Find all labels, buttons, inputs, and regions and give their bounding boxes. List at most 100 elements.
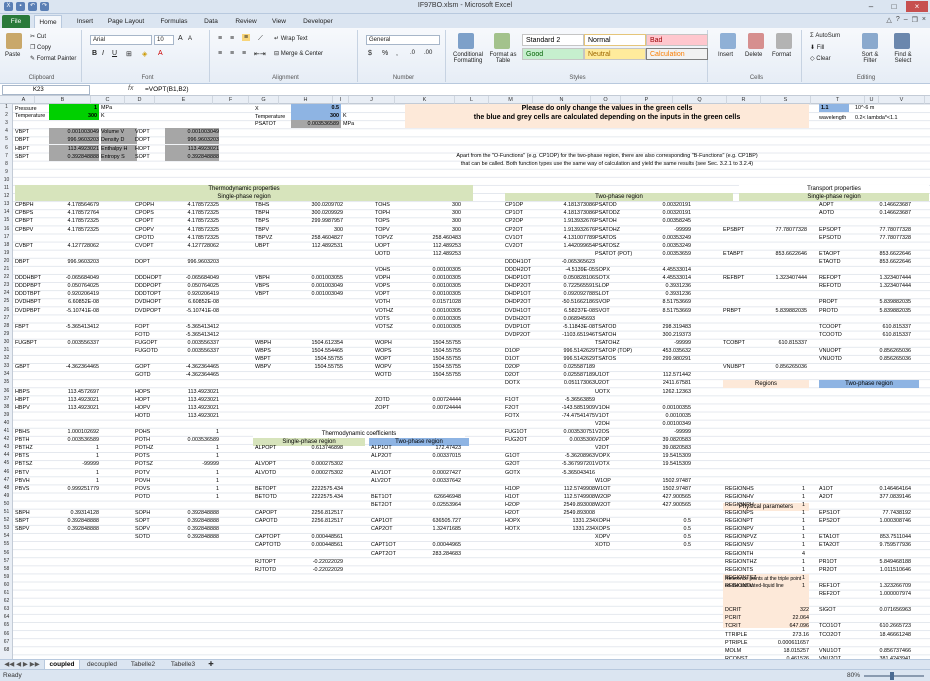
cell[interactable]: 0.00100305 — [401, 307, 461, 315]
cell[interactable]: 647.096 — [755, 622, 810, 630]
cell[interactable]: VOPT — [135, 128, 150, 136]
cell[interactable]: 0.000611657 — [755, 639, 809, 647]
cell[interactable]: -0.065684049 — [165, 274, 219, 282]
cell[interactable]: TCOBPT — [723, 339, 745, 347]
cell[interactable]: ALP1OT — [371, 444, 392, 452]
cell[interactable]: HOPT — [135, 396, 150, 404]
cell[interactable]: 4 — [785, 550, 805, 558]
fill-button[interactable]: ⬇ Fill — [810, 44, 824, 51]
cell[interactable]: FOPT — [135, 323, 149, 331]
cell[interactable]: PCRIT — [725, 614, 741, 622]
cell[interactable]: 996.9603203 — [165, 258, 219, 266]
cell[interactable]: 1504.55755 — [401, 339, 461, 347]
cell[interactable]: 0.050764025 — [165, 282, 219, 290]
cell[interactable]: 258.4604827 — [289, 234, 343, 242]
cell[interactable]: 6.60852E-08 — [165, 298, 219, 306]
cell[interactable]: 300 — [401, 209, 461, 217]
column-header-q[interactable]: Q — [673, 96, 727, 104]
increase-decimal-icon[interactable]: .0 — [410, 50, 415, 56]
row-header[interactable]: 2 — [0, 112, 13, 118]
column-header-h[interactable]: H — [279, 96, 333, 104]
cell[interactable]: DDDPBPT — [15, 282, 41, 290]
cell[interactable]: 0.146623687 — [855, 209, 911, 217]
cell[interactable]: 1504.612354 — [289, 339, 343, 347]
row-header[interactable]: 17 — [0, 234, 13, 240]
cell[interactable]: DVDPOPT — [135, 307, 161, 315]
cell[interactable]: 4.127728062 — [49, 242, 99, 250]
number-format-select[interactable]: General — [366, 35, 440, 45]
cell[interactable]: 610.815337 — [753, 339, 807, 347]
cell[interactable]: 300.0209702 — [289, 201, 343, 209]
cell[interactable]: REGIONPV — [725, 525, 753, 533]
cell[interactable]: 1331.234 — [537, 517, 595, 525]
cell[interactable]: W2OP — [595, 493, 611, 501]
cell[interactable]: POTS — [135, 452, 150, 460]
cell[interactable]: TOPH — [375, 209, 390, 217]
cell[interactable]: 4.178572325 — [49, 226, 99, 234]
cell[interactable]: 0.856265036 — [753, 363, 807, 371]
cell[interactable]: 0.00320191 — [637, 209, 691, 217]
cell[interactable]: 4.178564679 — [49, 201, 99, 209]
cell[interactable]: 1262.12363 — [637, 388, 691, 396]
cell[interactable]: 0.00100305 — [401, 274, 461, 282]
cell[interactable]: HOPT — [135, 145, 150, 153]
cell[interactable]: DDDPOPT — [135, 282, 161, 290]
cell[interactable]: 0.003556337 — [165, 347, 219, 355]
row-header[interactable]: 20 — [0, 258, 13, 264]
cell[interactable]: 853.6622646 — [855, 258, 911, 266]
cell[interactable]: H1OP — [505, 485, 520, 493]
font-name-select[interactable]: Arial — [90, 35, 152, 45]
cell[interactable]: CP2OP — [505, 217, 523, 225]
pressure-input[interactable]: 1 — [49, 104, 97, 112]
cell[interactable]: 0.00100305 — [401, 266, 461, 274]
cell[interactable]: 112.4892531 — [289, 242, 343, 250]
cell-area[interactable]: Pressure 1 MPa Temperature 300 K X 0.5 T… — [13, 104, 930, 659]
row-header[interactable]: 7 — [0, 153, 13, 159]
cell[interactable]: 0.00353249 — [637, 242, 691, 250]
cell[interactable]: 1504.55755 — [401, 347, 461, 355]
cell[interactable]: EPS2OT — [819, 517, 840, 525]
row-header[interactable]: 58 — [0, 566, 13, 572]
cell[interactable]: 0.146623687 — [855, 201, 911, 209]
row-header[interactable]: 61 — [0, 590, 13, 596]
row-header[interactable]: 44 — [0, 452, 13, 458]
cell[interactable]: PBTSZ — [15, 460, 32, 468]
cell[interactable]: 113.4923021 — [165, 388, 219, 396]
cell[interactable]: 5.839882035 — [855, 298, 911, 306]
cell[interactable]: REGIONPS — [725, 509, 753, 517]
column-header-e[interactable]: E — [155, 96, 213, 104]
italic-button[interactable]: I — [102, 50, 104, 57]
cell[interactable]: DDDH1OT — [505, 258, 531, 266]
row-header[interactable]: 53 — [0, 525, 13, 531]
row-header[interactable]: 43 — [0, 444, 13, 450]
decrease-decimal-icon[interactable]: .00 — [424, 50, 432, 56]
cell[interactable]: ALVOPT — [255, 460, 276, 468]
cell[interactable]: 0.392848888 — [165, 517, 219, 525]
cell[interactable]: VBPT — [15, 128, 29, 136]
cell[interactable]: 0.00320191 — [637, 201, 691, 209]
cell[interactable]: SBPV — [15, 525, 29, 533]
cell[interactable]: 300.219373 — [637, 331, 691, 339]
cell[interactable]: 5.839882035 — [753, 307, 807, 315]
cell[interactable]: CAPT2OT — [371, 550, 396, 558]
cell[interactable]: ETA2OT — [819, 541, 840, 549]
cell[interactable]: 113.4923021 — [49, 404, 99, 412]
cell[interactable]: 1 — [165, 428, 219, 436]
cell[interactable]: DVDH1OT — [505, 307, 531, 315]
cell[interactable]: 1.011510646 — [855, 566, 911, 574]
cell[interactable]: 1 — [785, 493, 805, 501]
cell[interactable]: CPBPT — [15, 217, 33, 225]
cell[interactable]: 4.178572325 — [165, 226, 219, 234]
zoom-slider-handle[interactable] — [890, 672, 894, 680]
cell[interactable]: 0.001003049 — [49, 128, 99, 137]
cell[interactable]: 610.815337 — [855, 323, 911, 331]
cell[interactable]: SOTX — [595, 274, 610, 282]
cell[interactable]: SOPH — [135, 509, 150, 517]
cell[interactable]: PBVH — [15, 477, 30, 485]
row-header[interactable]: 68 — [0, 647, 13, 653]
cell[interactable]: 996.5142629 — [537, 347, 595, 355]
cell[interactable]: 0.392848888 — [165, 152, 219, 161]
cell[interactable]: POTSZ — [135, 460, 153, 468]
cell[interactable]: U1OT — [595, 371, 609, 379]
cell[interactable]: VNUOTD — [819, 355, 842, 363]
